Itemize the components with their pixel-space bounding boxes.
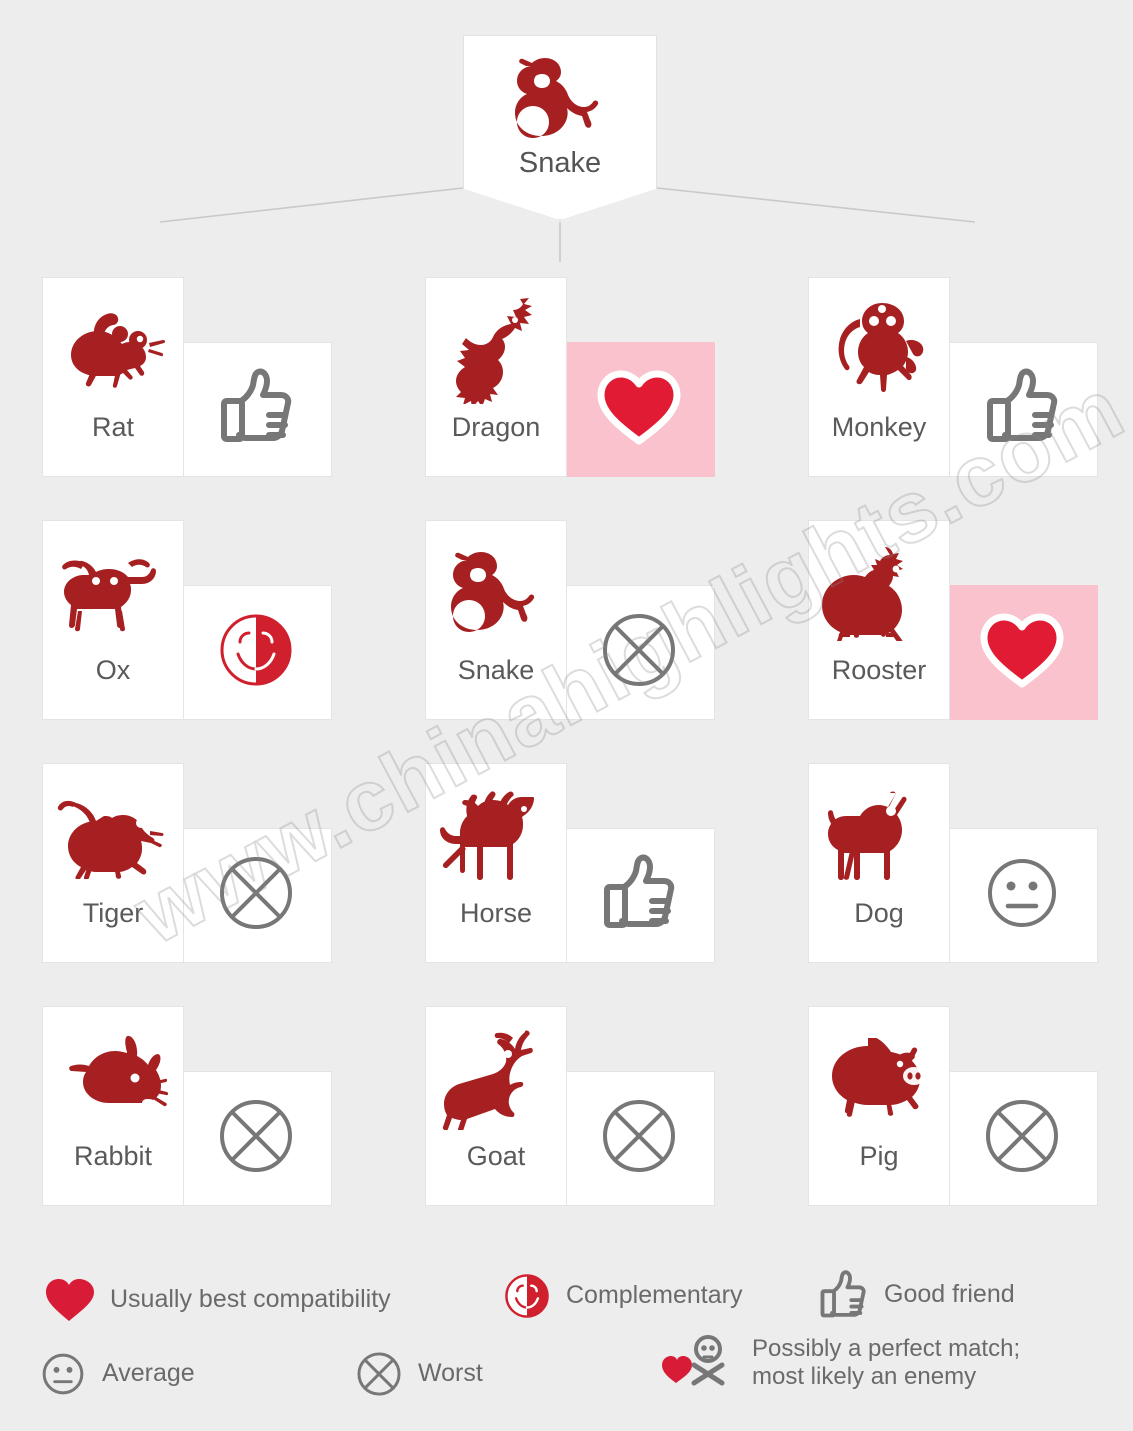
animal-card[interactable]: Rabbit	[42, 1006, 184, 1206]
legend-item-perfect-match-enemy: Possibly a perfect match; most likely an…	[660, 1333, 1020, 1393]
pig-silhouette-icon	[813, 1019, 945, 1137]
animal-card[interactable]: Ox	[42, 520, 184, 720]
tiger-silhouette-icon	[47, 776, 179, 894]
rating-card[interactable]	[180, 585, 332, 720]
neutral-face-icon	[983, 854, 1061, 937]
header-card-snake[interactable]: Snake	[463, 35, 657, 220]
legend: Usually best compatibility Complementary	[0, 1253, 1133, 1431]
rating-card[interactable]	[180, 1071, 332, 1206]
legend-item-average: Average	[40, 1351, 195, 1397]
animal-card[interactable]: Snake	[425, 520, 567, 720]
thumbs-up-icon	[818, 1269, 868, 1321]
rating-card[interactable]	[946, 1071, 1098, 1206]
snake-silhouette-icon	[430, 533, 562, 651]
complementary-icon	[504, 1273, 550, 1319]
thumbs-up-icon	[217, 367, 295, 452]
animal-label: Monkey	[832, 414, 927, 441]
rating-card[interactable]	[563, 342, 715, 477]
animal-label: Dog	[854, 900, 904, 927]
rating-card[interactable]	[563, 585, 715, 720]
goat-silhouette-icon	[430, 1019, 562, 1137]
animal-label: Rat	[92, 414, 134, 441]
animal-label: Snake	[458, 657, 535, 684]
horse-silhouette-icon	[430, 776, 562, 894]
animal-label: Tiger	[83, 900, 144, 927]
heart-icon	[44, 1277, 94, 1323]
thumbs-up-icon	[983, 367, 1061, 452]
legend-item-complementary: Complementary	[504, 1273, 742, 1319]
legend-label: Average	[102, 1359, 195, 1389]
thumbs-up-icon	[600, 853, 678, 938]
legend-label: Good friend	[884, 1280, 1015, 1310]
dragon-silhouette-icon	[430, 290, 562, 408]
rating-card[interactable]	[563, 828, 715, 963]
animal-card[interactable]: Rat	[42, 277, 184, 477]
snake-silhouette-icon	[501, 58, 619, 143]
rooster-silhouette-icon	[813, 533, 945, 651]
legend-item-best: Usually best compatibility	[44, 1277, 391, 1323]
worst-x-circle-icon	[217, 854, 295, 937]
animal-label: Rabbit	[74, 1143, 152, 1170]
worst-x-circle-icon	[600, 1097, 678, 1180]
monkey-silhouette-icon	[813, 290, 945, 408]
worst-x-circle-icon	[356, 1351, 402, 1397]
animal-card[interactable]: Dragon	[425, 277, 567, 477]
heart-icon	[978, 610, 1066, 695]
legend-label-line1: Possibly a perfect match;	[752, 1335, 1020, 1362]
animal-card[interactable]: Tiger	[42, 763, 184, 963]
legend-label: Usually best compatibility	[110, 1285, 391, 1315]
worst-x-circle-icon	[217, 1097, 295, 1180]
legend-label: Possibly a perfect match; most likely an…	[752, 1335, 1020, 1392]
animal-label: Dragon	[452, 414, 541, 441]
rating-card[interactable]	[563, 1071, 715, 1206]
animal-label: Ox	[96, 657, 131, 684]
legend-label: Worst	[418, 1359, 483, 1389]
heart-icon	[595, 367, 683, 452]
animal-label: Pig	[859, 1143, 898, 1170]
animal-card[interactable]: Dog	[808, 763, 950, 963]
dog-silhouette-icon	[813, 776, 945, 894]
animal-label: Goat	[467, 1143, 526, 1170]
complementary-icon	[218, 612, 294, 693]
legend-item-good-friend: Good friend	[818, 1269, 1015, 1321]
animal-card[interactable]: Monkey	[808, 277, 950, 477]
animal-label: Horse	[460, 900, 532, 927]
worst-x-circle-icon	[983, 1097, 1061, 1180]
animal-card[interactable]: Rooster	[808, 520, 950, 720]
legend-item-worst: Worst	[356, 1351, 483, 1397]
animal-card[interactable]: Horse	[425, 763, 567, 963]
rating-card[interactable]	[946, 585, 1098, 720]
animal-label: Rooster	[832, 657, 927, 684]
rat-silhouette-icon	[47, 290, 179, 408]
animal-card[interactable]: Goat	[425, 1006, 567, 1206]
rating-card[interactable]	[180, 342, 332, 477]
animal-card[interactable]: Pig	[808, 1006, 950, 1206]
infographic-root: Snake www.chinahighlights.com	[0, 0, 1133, 1431]
worst-x-circle-icon	[600, 611, 678, 694]
rabbit-silhouette-icon	[47, 1019, 179, 1137]
neutral-face-icon	[40, 1351, 86, 1397]
legend-label: Complementary	[566, 1281, 742, 1311]
rating-card[interactable]	[180, 828, 332, 963]
legend-label-line2: most likely an enemy	[752, 1363, 976, 1390]
ox-silhouette-icon	[47, 533, 179, 651]
rating-card[interactable]	[946, 828, 1098, 963]
rating-card[interactable]	[946, 342, 1098, 477]
heart-skull-icon	[660, 1333, 736, 1393]
header-label: Snake	[519, 147, 601, 180]
